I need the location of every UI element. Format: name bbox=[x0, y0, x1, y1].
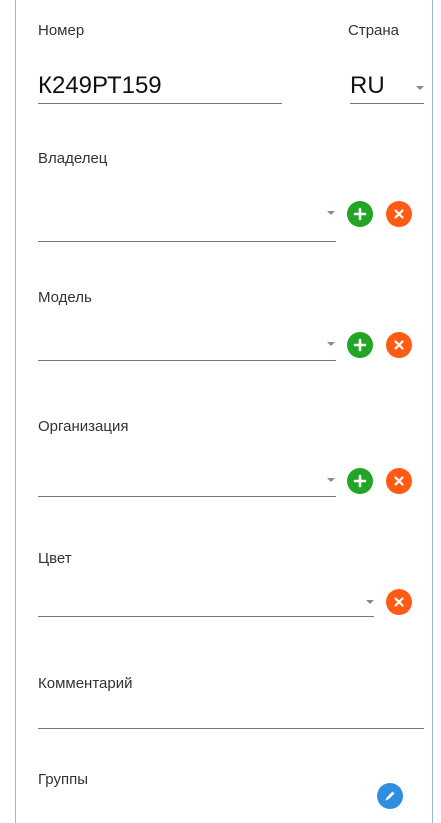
owner-chevron-down-icon[interactable] bbox=[327, 211, 335, 215]
close-icon bbox=[394, 209, 404, 219]
organization-select[interactable] bbox=[38, 466, 336, 494]
country-select-underline bbox=[350, 103, 424, 104]
plus-icon bbox=[353, 338, 367, 352]
groups-label: Группы bbox=[38, 771, 88, 788]
owner-label: Владелец bbox=[38, 150, 108, 167]
groups-edit-button[interactable] bbox=[377, 783, 403, 809]
close-icon bbox=[394, 340, 404, 350]
number-field[interactable]: К249РТ159 bbox=[38, 72, 162, 100]
organization-add-button[interactable] bbox=[347, 468, 373, 494]
owner-clear-button[interactable] bbox=[386, 201, 412, 227]
plus-icon bbox=[353, 474, 367, 488]
country-chevron-down-icon[interactable] bbox=[416, 86, 424, 90]
owner-select[interactable] bbox=[38, 200, 336, 228]
comment-field-underline bbox=[38, 728, 424, 729]
owner-add-button[interactable] bbox=[347, 201, 373, 227]
organization-clear-button[interactable] bbox=[386, 468, 412, 494]
color-chevron-down-icon[interactable] bbox=[366, 600, 374, 604]
close-icon bbox=[394, 597, 404, 607]
comment-field[interactable] bbox=[38, 700, 424, 726]
model-select[interactable] bbox=[38, 330, 336, 358]
plus-icon bbox=[353, 207, 367, 221]
number-label: Номер bbox=[38, 22, 85, 39]
model-chevron-down-icon[interactable] bbox=[327, 342, 335, 346]
model-add-button[interactable] bbox=[347, 332, 373, 358]
comment-label: Комментарий bbox=[38, 675, 133, 692]
owner-select-underline bbox=[38, 241, 336, 242]
color-select-underline bbox=[38, 616, 374, 617]
close-icon bbox=[394, 476, 404, 486]
model-label: Модель bbox=[38, 289, 92, 306]
color-clear-button[interactable] bbox=[386, 589, 412, 615]
country-label: Страна bbox=[348, 22, 400, 39]
vehicle-form-panel: Номер К249РТ159 Страна RU Владелец Модел… bbox=[15, 0, 433, 823]
model-select-underline bbox=[38, 360, 336, 361]
organization-chevron-down-icon[interactable] bbox=[327, 478, 335, 482]
organization-label: Организация bbox=[38, 418, 129, 435]
country-select[interactable]: RU bbox=[350, 72, 385, 100]
color-label: Цвет bbox=[38, 550, 72, 567]
number-field-underline bbox=[38, 103, 282, 104]
color-select[interactable] bbox=[38, 588, 374, 616]
pencil-icon bbox=[385, 791, 395, 801]
model-clear-button[interactable] bbox=[386, 332, 412, 358]
organization-select-underline bbox=[38, 496, 336, 497]
